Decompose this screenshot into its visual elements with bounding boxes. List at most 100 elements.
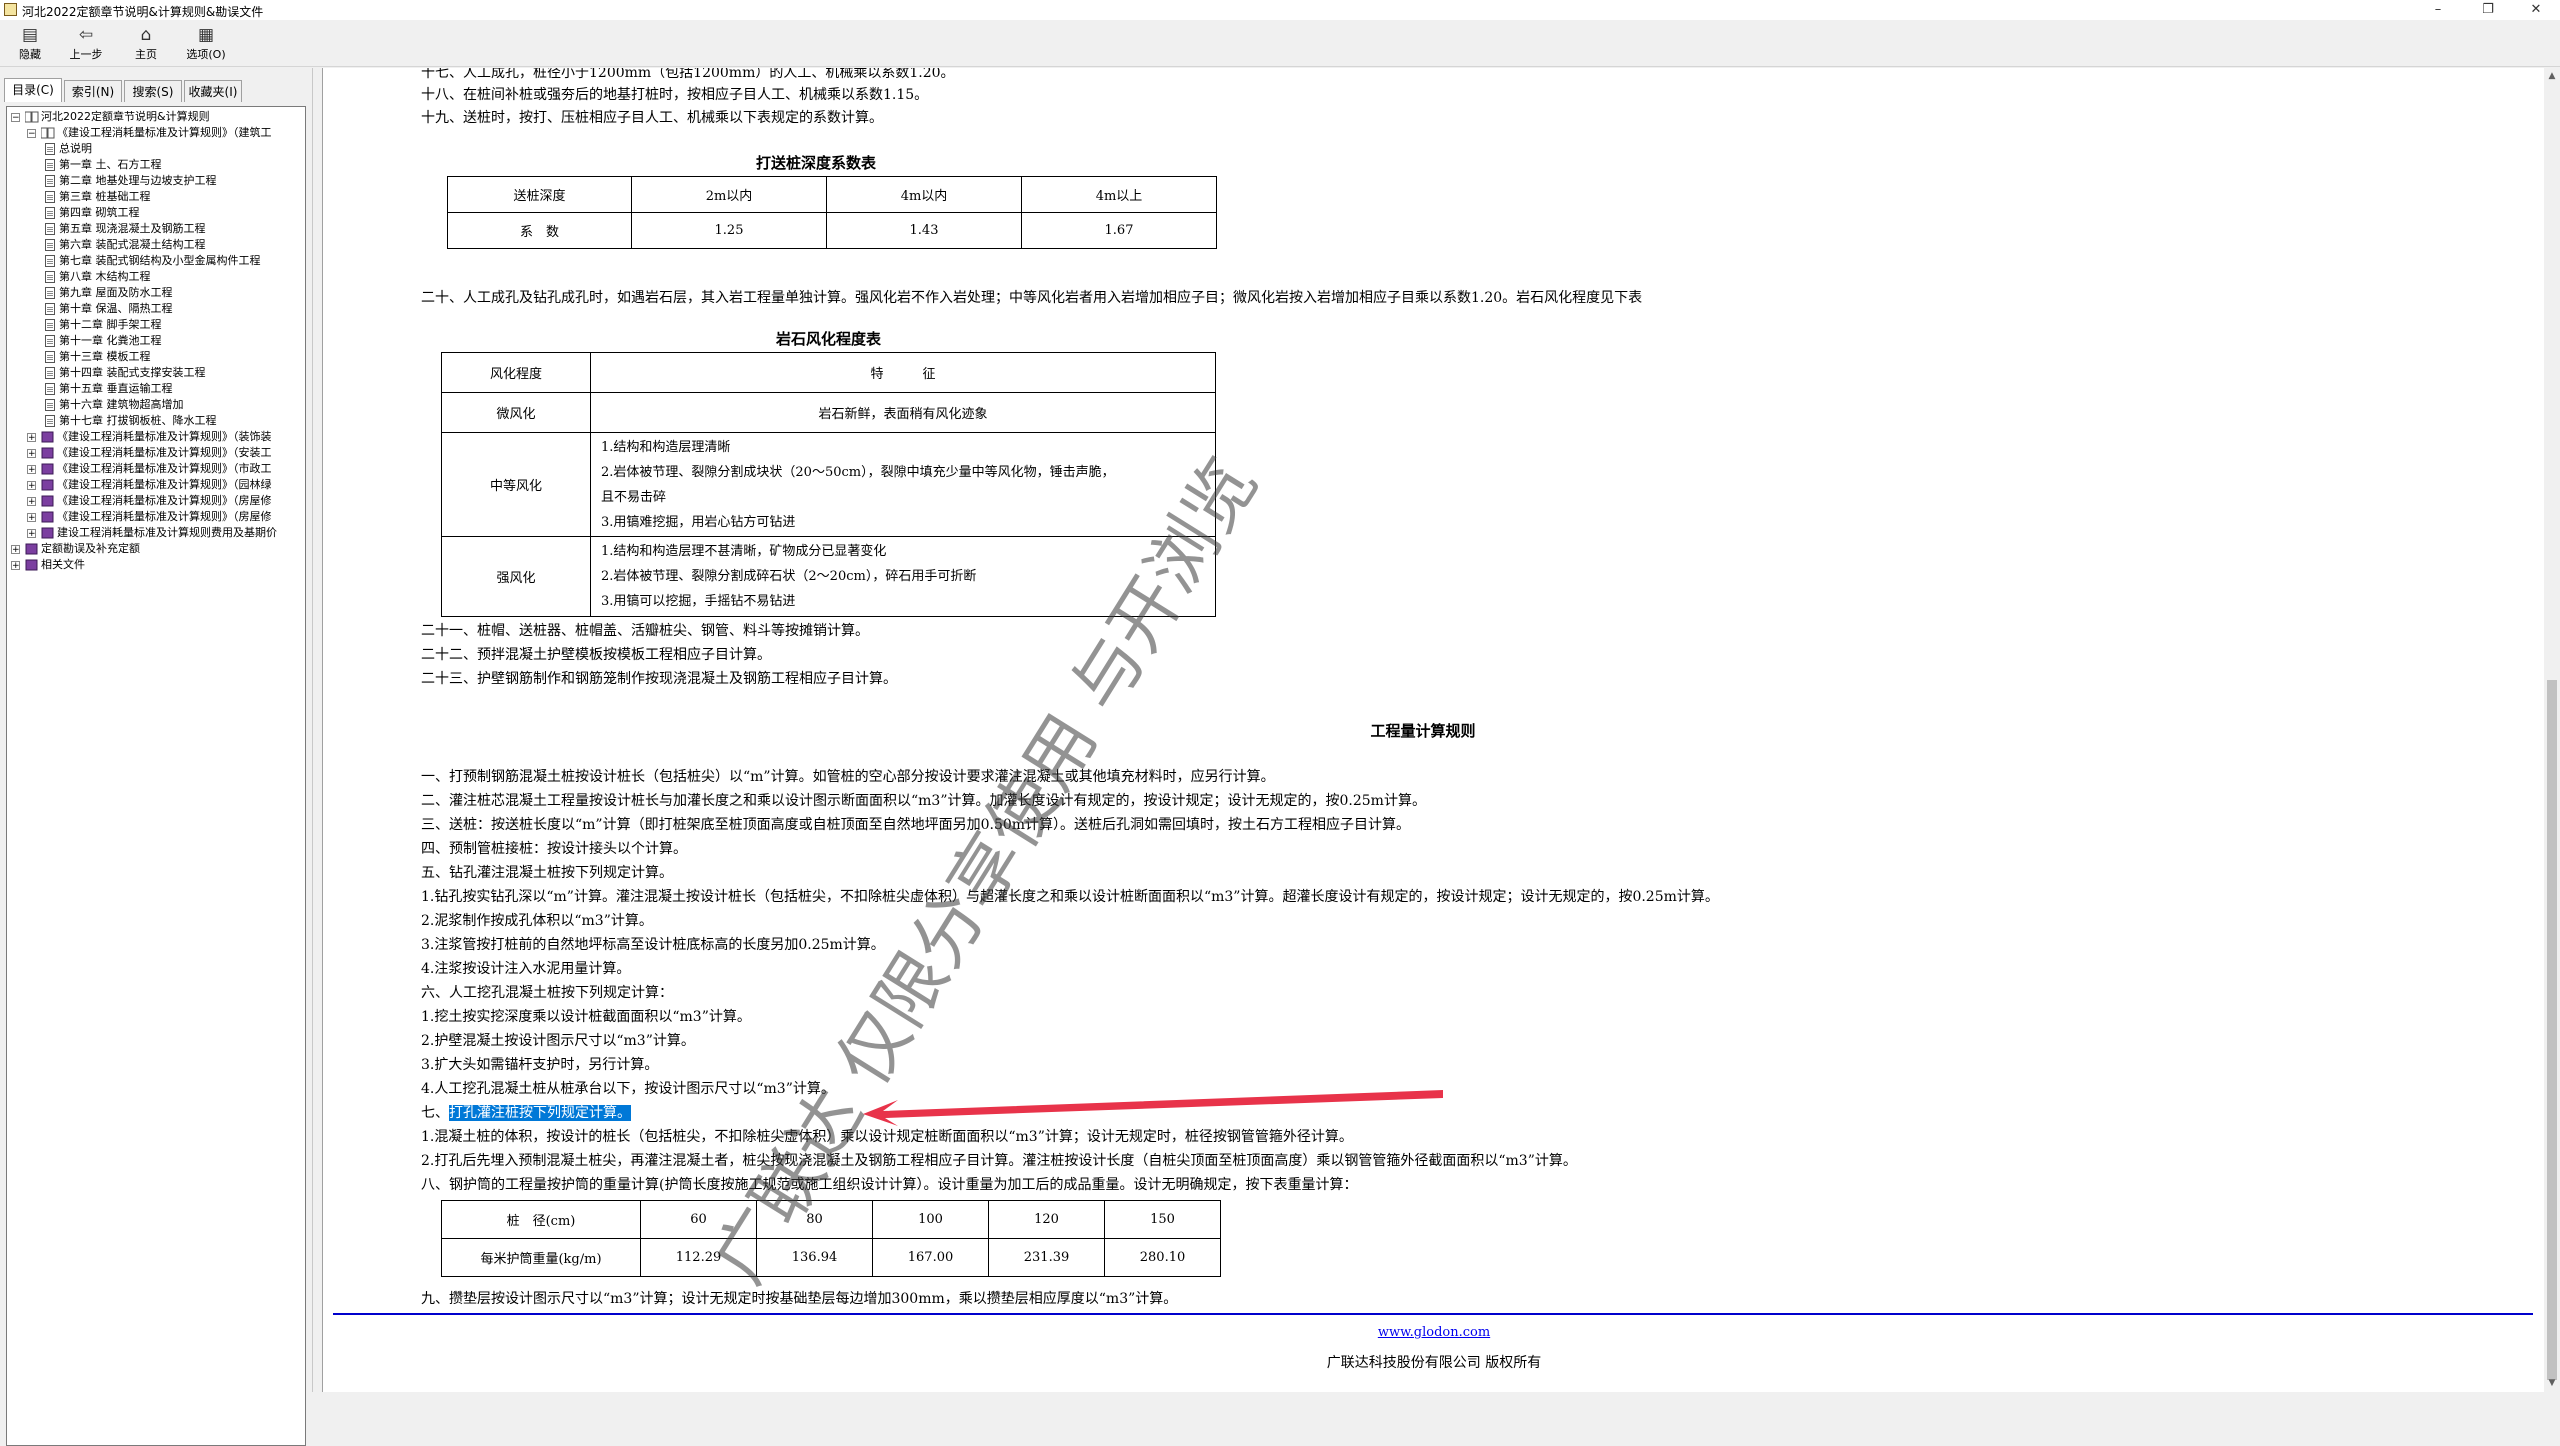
navigation-panel: 目录(C) 索引(N) 搜索(S) 收藏夹(I) − 河北2022定额章节说明&… [0,68,312,1446]
document-icon [45,287,55,299]
rule-5-4: 4.注浆按设计注入水泥用量计算。 [421,961,631,977]
table-cell: 150 [1104,1200,1221,1239]
back-icon: ⇦ [78,25,94,45]
rock-weathering-table: 风化程度 特 征 微风化 岩石新鲜，表面稍有风化迹象 中等风化 1.结构和构造层… [441,352,1216,617]
rule-5-2: 2.泥浆制作按成孔体积以“m3”计算。 [421,913,653,929]
rule-6-3: 3.扩大头如需锚杆支护时，另行计算。 [421,1057,659,1073]
table-cell: 1.结构和构造层理清晰 2.岩体被节理、裂隙分割成块状（20～50cm），裂隙中… [590,432,1216,537]
table-cell: 80 [756,1200,873,1239]
rule-5-3: 3.注浆管按打桩前的自然地坪标高至设计桩底标高的长度另加0.25m计算。 [421,937,885,953]
expand-icon[interactable]: + [11,545,20,555]
expand-icon[interactable]: + [11,561,20,571]
document-icon [45,191,55,203]
rule-7-2: 2.打孔后先埋入预制混凝土桩尖，再灌注混凝土者，桩尖按现浇混凝土及钢筋工程相应子… [421,1153,1577,1169]
document-icon [45,271,55,283]
rule-8: 八、钢护筒的工程量按护筒的重量计算(护筒长度按施工规范或施工组织设计计算）。设计… [421,1177,1358,1193]
collapse-icon[interactable]: − [11,113,20,123]
expand-icon[interactable]: + [27,513,36,523]
document-icon [45,399,55,411]
cell-line: 3.用镐难挖掘，用岩心钻方可钻进 [601,514,796,530]
scroll-up-icon[interactable]: ▲ [2544,68,2560,85]
book-closed-icon [41,447,54,459]
expand-icon[interactable]: + [27,449,36,459]
scroll-down-icon[interactable]: ▼ [2544,1375,2560,1392]
table-cell: 强风化 [441,536,591,617]
tab-index[interactable]: 索引(N) [64,80,122,102]
expand-icon[interactable]: + [27,465,36,475]
book-closed-icon [41,479,54,491]
table-cell: 4m以上 [1021,176,1217,213]
document-icon [45,319,55,331]
table-cell: 每米护筒重量(kg/m) [441,1238,641,1277]
tab-search[interactable]: 搜索(S) [124,80,182,102]
table-cell: 微风化 [441,392,591,433]
minimize-button[interactable]: – [2416,0,2460,20]
document-icon [45,367,55,379]
document-icon [45,207,55,219]
pile-depth-table: 送桩深度 2m以内 4m以内 4m以上 系 数 1.25 1.43 1.67 [447,176,1217,249]
cell-line: 1.结构和构造层理清晰 [601,439,731,455]
panel-splitter[interactable] [312,68,322,1392]
home-button[interactable]: ⌂ 主页 [118,22,174,64]
scroll-thumb[interactable] [2547,680,2557,1380]
document-icon [45,383,55,395]
table2-title: 岩石风化程度表 [775,330,881,348]
maximize-button[interactable]: ❐ [2466,0,2510,20]
selected-text[interactable]: 打孔灌注桩按下列规定计算。 [449,1105,631,1121]
collapse-icon[interactable]: − [27,129,36,139]
document-icon [45,303,55,315]
table-cell: 中等风化 [441,432,591,537]
expand-icon[interactable]: + [27,481,36,491]
clause-18: 十八、在桩间补桩或强夯后的地基打桩时，按相应子目人工、机械乘以系数1.15。 [421,87,929,103]
clause-21: 二十一、桩帽、送桩器、桩帽盖、活瓣桩尖、钢管、料斗等按摊销计算。 [421,623,869,639]
book-closed-icon [25,543,38,555]
hide-icon: ▤ [21,25,39,45]
clause-19: 十九、送桩时，按打、压桩相应子目人工、机械乘以下表规定的系数计算。 [421,110,883,126]
hide-button[interactable]: ▤ 隐藏 [2,22,58,64]
table-cell: 特 征 [590,352,1216,393]
book-closed-icon [41,511,54,523]
rule-9: 九、攒垫层按设计图示尺寸以“m3”计算；设计无规定时按基础垫层每边增加300mm… [421,1291,1178,1307]
expand-icon[interactable]: + [27,433,36,443]
footer-link[interactable]: www.glodon.com [323,1325,2544,1340]
table-cell: 系 数 [447,212,632,249]
rule-5: 五、钻孔灌注混凝土桩按下列规定计算。 [421,865,673,881]
cell-line: 且不易击碎 [601,489,667,505]
book-closed-icon [41,495,54,507]
vertical-scrollbar[interactable]: ▲ ▼ [2544,68,2560,1392]
document-icon [45,351,55,363]
expand-icon[interactable]: + [27,497,36,507]
tab-favorites[interactable]: 收藏夹(I) [184,80,242,102]
table-cell: 桩 径(cm) [441,1200,641,1239]
document-icon [45,175,55,187]
cell-line: 2.岩体被节理、裂隙分割成块状（20～50cm），裂隙中填充少量中等风化物，锤击… [601,464,1115,480]
table-cell: 岩石新鲜，表面稍有风化迹象 [590,392,1216,433]
table-cell: 112.29 [640,1238,757,1277]
expand-icon[interactable]: + [27,529,36,539]
table1-title: 打送桩深度系数表 [755,154,876,172]
rule-6: 六、人工挖孔混凝土桩按下列规定计算： [421,985,673,1001]
rule-6-2: 2.护壁混凝土按设计图示尺寸以“m3”计算。 [421,1033,695,1049]
table-cell: 136.94 [756,1238,873,1277]
table-cell: 60 [640,1200,757,1239]
document-icon [45,223,55,235]
options-button[interactable]: ▦ 选项(O) [178,22,234,64]
table-cell: 120 [988,1200,1105,1239]
table-cell: 280.10 [1104,1238,1221,1277]
close-button[interactable]: ✕ [2514,0,2558,20]
title-bar: 河北2022定额章节说明&计算规则&勘误文件 – ❐ ✕ [0,0,2560,20]
document-icon [45,159,55,171]
document-icon [45,255,55,267]
back-button[interactable]: ⇦ 上一步 [58,22,114,64]
document-icon [45,335,55,347]
tab-contents[interactable]: 目录(C) [4,78,62,102]
clause-23: 二十三、护壁钢筋制作和钢筋笼制作按现浇混凝土及钢筋工程相应子目计算。 [421,671,897,687]
cell-line: 2.岩体被节理、裂隙分割成碎石状（2～20cm），碎石用手可折断 [601,569,977,584]
footer-copyright: 广联达科技股份有限公司 版权所有 [1326,1355,1542,1371]
table-cell: 风化程度 [441,352,591,393]
document-icon [45,415,55,427]
clause-17: 十七、人工成孔，桩径小于1200mm（包括1200mm）的人工、机械乘以系数1.… [421,68,955,81]
book-closed-icon [41,527,54,539]
book-closed-icon [41,431,54,443]
table-cell: 231.39 [988,1238,1105,1277]
